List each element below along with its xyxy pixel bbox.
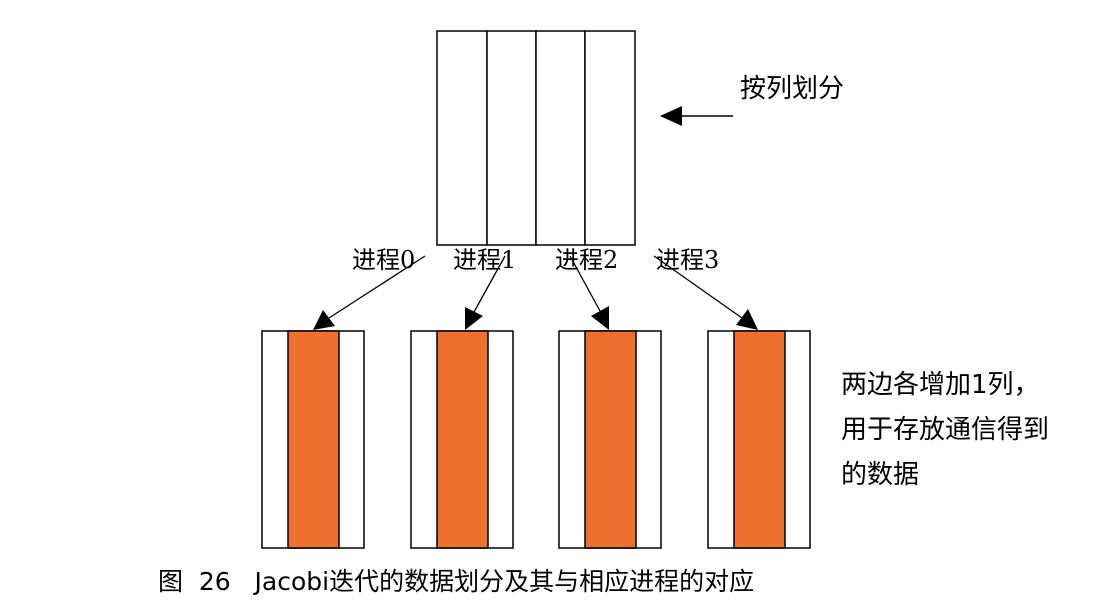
figure-caption: 图 26 Jacobi迭代的数据划分及其与相应进程的对应 [158, 567, 754, 596]
process-block-1 [410, 330, 514, 549]
process-block-1-core [436, 330, 489, 549]
split-label: 按列划分 [740, 74, 844, 104]
note-line-1: 两边各增加1列， [841, 370, 1040, 400]
process-block-0-core [287, 330, 340, 549]
top-matrix-col-1 [486, 30, 537, 246]
top-matrix-col-0 [436, 30, 488, 246]
process-label-3: 进程3 [656, 246, 719, 274]
process-block-0 [261, 330, 365, 549]
top-matrix-col-2 [535, 30, 586, 246]
process-label-2: 进程2 [555, 246, 618, 274]
process-label-0: 进程0 [352, 246, 415, 274]
process-block-2 [558, 330, 662, 549]
note-line-3: 的数据 [841, 460, 919, 490]
diagram-canvas: 按列划分 进程0 进程1 进程2 进程3 两边各增加1列， 用于存放通信得到 的… [158, 30, 1049, 596]
process-block-2-core [584, 330, 637, 549]
split-arrow [660, 106, 733, 126]
process-block-3-core [733, 330, 786, 549]
top-matrix [436, 30, 636, 246]
process-block-3 [707, 330, 811, 549]
process-label-1: 进程1 [453, 246, 516, 274]
note-line-2: 用于存放通信得到 [841, 415, 1049, 445]
top-matrix-col-3 [584, 30, 636, 246]
